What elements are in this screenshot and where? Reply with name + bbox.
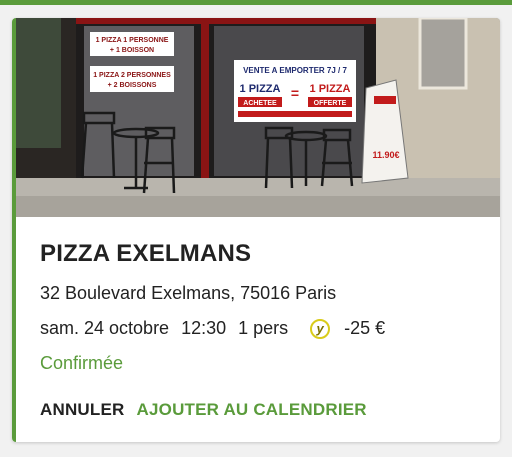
restaurant-photo: 1 PIZZA 1 PERSONNE + 1 BOISSON 1 PIZZA 2… [16, 18, 500, 217]
booking-details: sam. 24 octobre 12:30 1 pers y -25 € [40, 318, 385, 339]
window-sign-2-line2: + 2 BOISSONS [108, 82, 157, 89]
yums-y-icon: y [310, 318, 331, 339]
booking-time: 12:30 [181, 318, 227, 338]
top-accent-bar [0, 0, 512, 5]
reservation-card: 1 PIZZA 1 PERSONNE + 1 BOISSON 1 PIZZA 2… [12, 18, 500, 442]
board-price: 11.90€ [372, 150, 399, 160]
booking-discount: -25 € [344, 318, 386, 338]
banner-left-line2: ACHETEE [243, 100, 277, 107]
add-to-calendar-button[interactable]: AJOUTER AU CALENDRIER [137, 400, 367, 420]
banner-right-line2: OFFERTE [314, 100, 347, 107]
banner-equals: = [291, 85, 299, 101]
card-actions: ANNULER AJOUTER AU CALENDRIER [40, 400, 367, 420]
cancel-button[interactable]: ANNULER [40, 400, 125, 420]
window-sign-2-line1: 1 PIZZA 2 PERSONNES [93, 72, 171, 79]
banner-right-line1: 1 PIZZA [310, 83, 351, 95]
booking-date: sam. 24 octobre [40, 318, 170, 338]
banner-top-text: VENTE A EMPORTER 7J / 7 [243, 66, 347, 75]
booking-status: Confirmée [40, 353, 124, 373]
restaurant-address: 32 Boulevard Exelmans, 75016 Paris [40, 283, 337, 303]
window-sign-1-line1: 1 PIZZA 1 PERSONNE [96, 37, 169, 44]
banner-left-line1: 1 PIZZA [240, 83, 281, 95]
booking-people: 1 pers [238, 318, 289, 338]
window-sign-1-line2: + 1 BOISSON [110, 47, 154, 54]
restaurant-name: PIZZA EXELMANS [40, 240, 252, 267]
